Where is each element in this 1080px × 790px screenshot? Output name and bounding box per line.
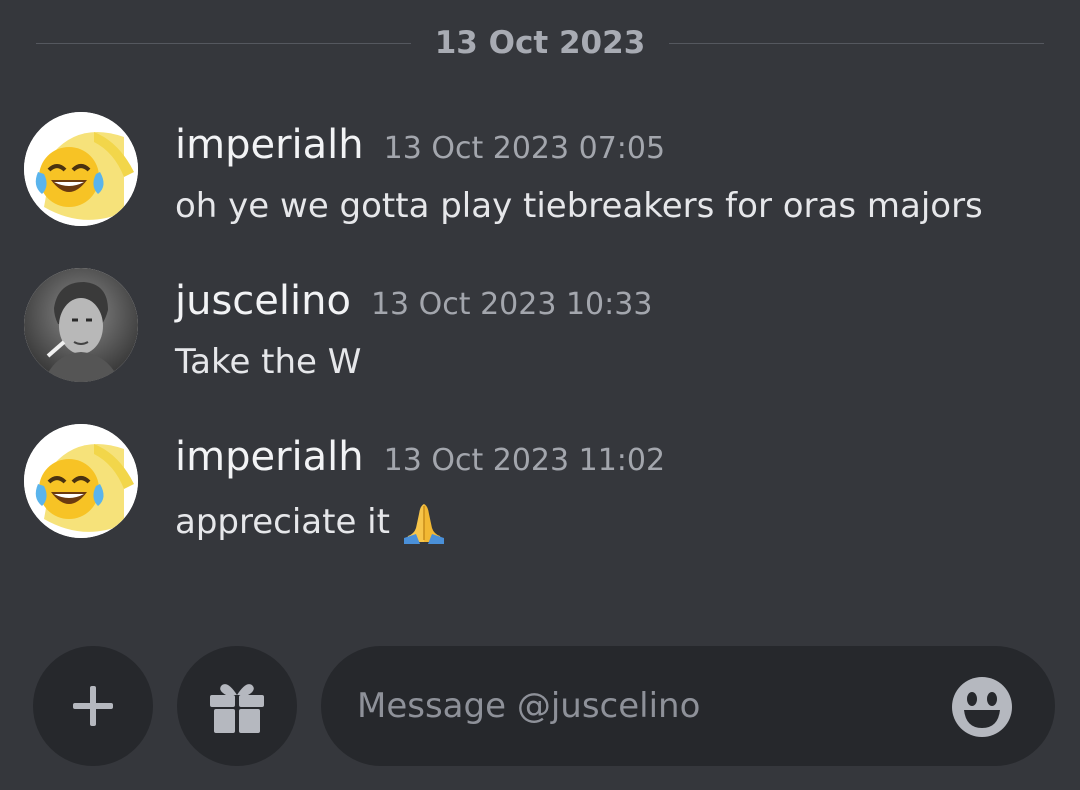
message-header: imperialh 13 Oct 2023 07:05 [175,122,665,168]
folded-hands-emoji-icon [400,498,448,546]
user-avatar[interactable] [24,112,138,226]
emoji-picker-button[interactable] [951,676,1013,738]
divider-date: 13 Oct 2023 [434,25,646,61]
user-avatar[interactable] [24,268,138,382]
message-composer [0,646,1080,766]
gift-button[interactable] [177,646,297,766]
laughing-pikachu-avatar-icon [24,424,138,538]
message-content: Take the W [175,342,362,382]
timestamp: 13 Oct 2023 11:02 [383,443,666,478]
message-input[interactable] [357,676,917,736]
add-attachment-button[interactable] [33,646,153,766]
divider-line-right [669,42,1044,44]
message-content: appreciate it [175,502,390,542]
gift-icon [210,684,264,733]
bw-photo-avatar-icon [24,268,138,382]
plus-icon [73,686,113,726]
message-text: oh ye we gotta play tiebreakers for oras… [175,186,983,226]
user-avatar[interactable] [24,424,138,538]
date-divider: 13 Oct 2023 [36,22,1044,64]
divider-line-left [36,42,411,44]
timestamp: 13 Oct 2023 10:33 [370,287,653,322]
message-item: imperialh 13 Oct 2023 07:05 oh ye we got… [24,112,1054,228]
message-input-container[interactable] [321,646,1055,766]
laughing-pikachu-avatar-icon [24,112,138,226]
message-content: oh ye we gotta play tiebreakers for oras… [175,186,983,226]
username[interactable]: imperialh [175,122,364,168]
username[interactable]: imperialh [175,434,364,480]
smiley-face-icon [952,677,1012,737]
timestamp: 13 Oct 2023 07:05 [383,131,666,166]
message-text: Take the W [175,342,361,382]
message-item: imperialh 13 Oct 2023 11:02 appreciate i… [24,424,1054,544]
message-item: juscelino 13 Oct 2023 10:33 Take the W [24,268,1054,384]
dm-chat-screen: 13 Oct 2023 imperialh 13 Oct 2023 07:05 [0,0,1080,790]
message-header: imperialh 13 Oct 2023 11:02 [175,434,665,480]
message-header: juscelino 13 Oct 2023 10:33 [175,278,652,324]
username[interactable]: juscelino [175,278,351,324]
message-text: appreciate it [175,498,448,546]
